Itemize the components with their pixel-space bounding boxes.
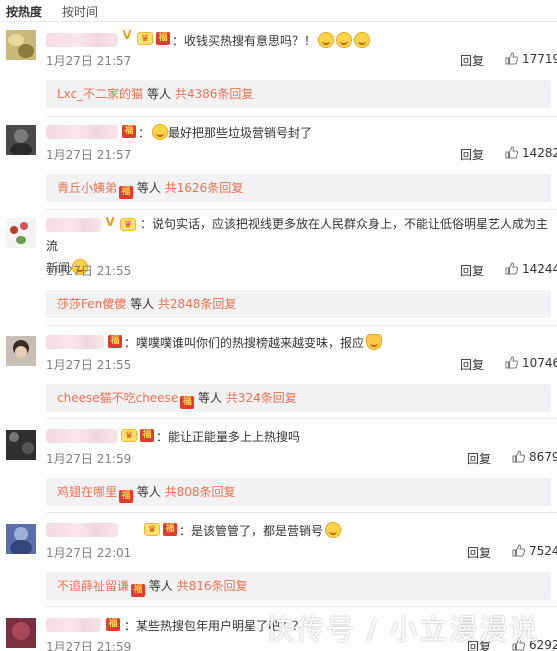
like-button[interactable]: 8679 (512, 450, 557, 464)
tongue-emoji-icon (152, 124, 169, 140)
like-button[interactable]: 7524 (512, 544, 557, 558)
comment-text: ：噗噗噗谁叫你们的热搜榜越来越变味，报应 (124, 334, 383, 351)
divider (46, 418, 557, 419)
cat-emoji-icon (366, 334, 383, 350)
thumbs-up-icon (512, 544, 525, 557)
comment-item: 福 ：最好把那些垃圾营销号封了 1月27日 21:57 回复 14282 青丘小… (0, 123, 557, 203)
sub-reply-user-link[interactable]: Lxc_不二家的猫 (57, 87, 143, 101)
comment-time: 1月27日 22:01 (46, 546, 132, 560)
thumbs-up-icon (512, 450, 525, 463)
comment-time: 1月27日 21:57 (46, 54, 132, 68)
username-blurred[interactable] (46, 523, 118, 537)
comment-item: V ♛ ：说句实话，应该把视线更多放在人民群众身上，不能让低俗明星艺人成为主流新… (0, 216, 557, 318)
red-packet-badge-icon: 福 (131, 584, 146, 597)
username-blurred[interactable] (46, 335, 104, 349)
avatar[interactable] (6, 336, 36, 366)
sub-reply-summary[interactable]: 鸡翅在哪里福 等人 共808条回复 (46, 478, 551, 506)
reply-button[interactable]: 回复 (460, 146, 484, 163)
sub-reply-user-link[interactable]: 不追薛祉留谦 (57, 579, 129, 593)
thumbs-up-icon (505, 52, 518, 65)
username-blurred[interactable] (46, 618, 101, 632)
sub-reply-user-link[interactable]: 青丘小姨弟 (57, 181, 117, 195)
avatar[interactable] (6, 218, 36, 248)
red-packet-badge-icon: 福 (140, 429, 154, 442)
thumbs-up-icon (505, 262, 518, 275)
sub-reply-user-link[interactable]: cheese猫不吃cheese (57, 391, 178, 405)
verified-badge-icon: V (122, 28, 132, 42)
avatar[interactable] (6, 125, 36, 155)
divider (46, 512, 557, 513)
username-blurred[interactable] (46, 429, 118, 443)
reply-button[interactable]: 回复 (460, 52, 484, 69)
smile-emoji-icon (318, 32, 335, 48)
comment-time: 1月27日 21:59 (46, 640, 132, 651)
divider (46, 606, 557, 607)
avatar[interactable] (6, 430, 36, 460)
sub-reply-count-link[interactable]: 共808条回复 (165, 485, 236, 499)
username-blurred[interactable] (46, 33, 118, 47)
like-button[interactable]: 14244 (505, 262, 557, 276)
divider (46, 209, 557, 210)
vip-crown-icon: ♛ (137, 32, 153, 45)
sub-reply-count-link[interactable]: 共2848条回复 (158, 297, 237, 311)
comment-time: 1月27日 21:55 (46, 358, 132, 372)
comment-item: 福 ：噗噗噗谁叫你们的热搜榜越来越变味，报应 1月27日 21:55 回复 10… (0, 332, 557, 412)
vip-crown-icon: ♛ (121, 429, 137, 442)
thumbs-up-icon (505, 356, 518, 369)
reply-button[interactable]: 回复 (467, 544, 491, 561)
smile-emoji-icon (336, 32, 353, 48)
sub-reply-summary[interactable]: Lxc_不二家的猫 等人 共4386条回复 (46, 80, 551, 108)
sub-reply-summary[interactable]: 不追薛祉留谦福 等人 共816条回复 (46, 572, 551, 600)
reply-button[interactable]: 回复 (460, 262, 484, 279)
like-button[interactable]: 10746 (505, 356, 557, 370)
red-packet-badge-icon: 福 (106, 618, 120, 631)
divider (46, 325, 557, 326)
sort-by-time-tab[interactable]: 按时间 (62, 3, 98, 20)
red-packet-badge-icon: 福 (156, 32, 170, 45)
sub-reply-user-link[interactable]: 鸡翅在哪里 (57, 485, 117, 499)
comment-item: V ♛ 福 ：收钱买热搜有意思吗？！ 1月27日 21:57 回复 17719 … (0, 28, 557, 108)
avatar[interactable] (6, 30, 36, 60)
red-packet-badge-icon: 福 (119, 186, 134, 199)
sub-reply-count-link[interactable]: 共4386条回复 (175, 87, 254, 101)
reply-button[interactable]: 回复 (460, 356, 484, 373)
thumbs-up-icon (505, 146, 518, 159)
avatar[interactable] (6, 524, 36, 554)
sub-reply-summary[interactable]: 青丘小姨弟福 等人 共1626条回复 (46, 174, 551, 202)
comment-item: ♛ 福 ：能让正能量多上上热搜吗 1月27日 21:59 回复 8679 鸡翅在… (0, 426, 557, 506)
comment-time: 1月27日 21:55 (46, 264, 132, 278)
tongue-emoji-icon (325, 522, 342, 538)
like-button[interactable]: 17719 (505, 52, 557, 66)
comment-text: ：最好把那些垃圾营销号封了 (138, 124, 313, 140)
red-packet-badge-icon: 福 (122, 125, 136, 138)
comment-time: 1月27日 21:57 (46, 148, 132, 162)
avatar[interactable] (6, 618, 36, 648)
sub-reply-count-link[interactable]: 共816条回复 (177, 579, 248, 593)
sort-by-hot-tab[interactable]: 按热度 (6, 3, 42, 20)
like-button[interactable]: 14282 (505, 146, 557, 160)
comment-text: ：是该管管了，都是营销号 (179, 522, 342, 539)
red-packet-badge-icon: 福 (108, 335, 122, 348)
sub-reply-summary[interactable]: 莎莎Fen傻傻 等人 共2848条回复 (46, 290, 551, 318)
red-packet-badge-icon: 福 (163, 523, 177, 536)
vip-crown-icon: ♛ (144, 523, 160, 536)
sub-reply-summary[interactable]: cheese猫不吃cheese 福 等人 共324条回复 (46, 384, 551, 412)
watermark-text: 快传号 / 小立漫漫说 (266, 613, 540, 646)
red-packet-badge-icon: 福 (119, 490, 134, 503)
username-blurred[interactable] (46, 125, 118, 139)
comment-time: 1月27日 21:59 (46, 452, 132, 466)
smile-emoji-icon (354, 32, 371, 48)
red-packet-badge-icon: 福 (180, 396, 195, 409)
sub-reply-count-link[interactable]: 共324条回复 (226, 391, 297, 405)
sub-reply-user-link[interactable]: 莎莎Fen傻傻 (57, 297, 126, 311)
sub-reply-count-link[interactable]: 共1626条回复 (165, 181, 244, 195)
comment-text: ：收钱买热搜有意思吗？！ (172, 32, 371, 49)
comment-item: ♛ 福 ：是该管管了，都是营销号 1月27日 22:01 回复 7524 不追薛… (0, 520, 557, 600)
reply-button[interactable]: 回复 (467, 450, 491, 467)
divider (46, 116, 557, 117)
sort-bar: 按热度 按时间 (0, 0, 557, 22)
comment-text: ：能让正能量多上上热搜吗 (156, 430, 301, 444)
